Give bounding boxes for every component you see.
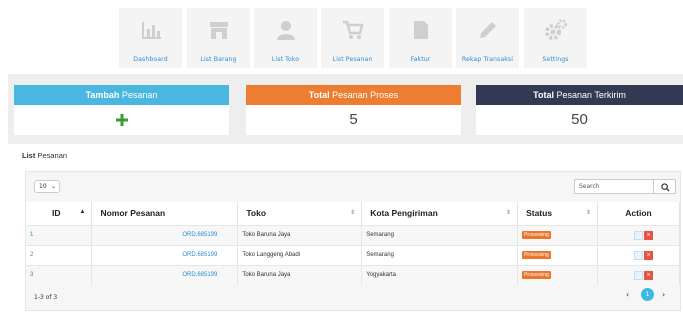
delete-icon[interactable]: × xyxy=(644,250,653,260)
cell-order-number[interactable]: ORD.685199 xyxy=(91,264,239,285)
status-badge: Processing xyxy=(522,231,551,239)
cell-kota: Semarang xyxy=(361,224,519,245)
view-icon[interactable] xyxy=(634,230,643,240)
cell-id[interactable]: 3 xyxy=(26,264,93,285)
search-button[interactable] xyxy=(653,179,676,194)
nav-rekap-transaksi-label: Rekap Transaksi xyxy=(461,56,514,63)
cell-action: × xyxy=(597,264,680,285)
cell-action: × xyxy=(597,224,680,245)
cell-id[interactable]: 1 xyxy=(26,224,93,245)
orders-table: ID ▲ Nomor Pesanan Toko ⇕ Kota Pengiriman ⇕… xyxy=(26,202,680,285)
search-input[interactable]: Search xyxy=(574,179,654,194)
view-icon[interactable] xyxy=(634,270,643,280)
view-icon[interactable] xyxy=(634,250,643,260)
sent-orders-header: Total Pesanan Terkirim xyxy=(476,85,683,105)
nav-faktur-label: Faktur xyxy=(410,56,431,63)
sent-orders-value: 50 xyxy=(571,111,588,128)
nav-faktur[interactable]: Faktur xyxy=(389,8,452,68)
chevron-left-icon[interactable]: ‹ xyxy=(626,290,629,299)
col-status[interactable]: Status ⇕ xyxy=(517,202,599,225)
col-id[interactable]: ID ▲ xyxy=(26,202,93,225)
chart-icon xyxy=(141,22,161,39)
sent-orders-card: Total Pesanan Terkirim 50 xyxy=(476,85,683,135)
col-nomor-pesanan[interactable]: Nomor Pesanan xyxy=(91,202,239,225)
col-toko[interactable]: Toko ⇕ xyxy=(237,202,363,225)
nav-rekap-transaksi[interactable]: Rekap Transaksi xyxy=(456,8,519,68)
nav-settings-label: Settings xyxy=(542,56,569,63)
col-kota-pengiriman[interactable]: Kota Pengiriman ⇕ xyxy=(361,202,519,225)
cell-status: Processing xyxy=(517,264,599,285)
chevron-down-icon: ⌄ xyxy=(50,183,56,190)
sort-asc-icon: ▲ xyxy=(79,209,86,215)
panel-title: List Pesanan xyxy=(22,151,68,160)
cart-icon xyxy=(342,20,364,39)
nav-list-pesanan[interactable]: List Pesanan xyxy=(321,8,384,68)
main-content: Tambah Pesanan Total Pesanan Proses 5 To… xyxy=(8,74,683,316)
nav-dashboard[interactable]: Dashboard xyxy=(119,8,182,68)
cell-toko: Toko Baruna Jaya xyxy=(237,264,363,285)
table-row: 2 ORD.685199 Toko Langgeng Abadi Semaran… xyxy=(26,244,680,265)
status-badge: Processing xyxy=(522,271,551,280)
cell-kota: Semarang xyxy=(361,244,519,265)
orders-table-container: 10 ⌄ Search ID ▲ Nomor Pesanan Toko ⇕ Kota … xyxy=(25,171,681,311)
col-action: Action xyxy=(597,202,680,225)
cell-action: × xyxy=(597,244,680,265)
cell-order-number[interactable]: ORD.685199 xyxy=(91,224,239,245)
sort-icon: ⇕ xyxy=(506,210,512,216)
gears-icon xyxy=(544,19,567,40)
add-order-header: Tambah Pesanan xyxy=(14,85,229,105)
pagination-count: 1-3 of 3 xyxy=(34,294,58,301)
cell-order-number[interactable]: ORD.685199 xyxy=(91,244,239,265)
cell-status: Processing xyxy=(517,224,599,245)
cell-toko: Toko Baruna Jaya xyxy=(237,224,363,245)
top-navigation: Dashboard List Barang List Toko List Pes… xyxy=(0,0,683,72)
plus-icon[interactable] xyxy=(115,114,128,127)
table-header-row: ID ▲ Nomor Pesanan Toko ⇕ Kota Pengiriman ⇕… xyxy=(26,202,680,225)
add-order-card[interactable]: Tambah Pesanan xyxy=(14,85,229,135)
store-icon xyxy=(209,22,228,39)
table-row: 3 ORD.685199 Toko Baruna Jaya Yogyakarta… xyxy=(26,264,680,285)
nav-list-barang[interactable]: List Barang xyxy=(187,8,250,68)
status-badge: Processing xyxy=(522,251,551,259)
nav-list-toko[interactable]: List Toko xyxy=(254,8,317,68)
cell-kota: Yogyakarta xyxy=(361,264,519,285)
delete-icon[interactable]: × xyxy=(644,270,653,280)
document-icon xyxy=(413,21,428,39)
nav-dashboard-label: Dashboard xyxy=(133,56,168,63)
cell-toko: Toko Langgeng Abadi xyxy=(237,244,363,265)
nav-list-pesanan-label: List Pesanan xyxy=(332,56,373,63)
orders-panel: List Pesanan 10 ⌄ Search ID ▲ Nomor Pesana… xyxy=(8,144,683,316)
sort-icon: ⇕ xyxy=(585,210,592,216)
table-row: 1 ORD.685199 Toko Baruna Jaya Semarang P… xyxy=(26,224,680,245)
pagination-current-page[interactable]: 1 xyxy=(641,288,654,301)
add-order-body[interactable] xyxy=(14,105,229,135)
search-icon xyxy=(661,183,670,192)
process-orders-value: 5 xyxy=(349,111,358,128)
per-page-select[interactable]: 10 ⌄ xyxy=(34,180,60,193)
process-orders-card: Total Pesanan Proses 5 xyxy=(246,85,461,135)
sort-icon: ⇕ xyxy=(350,210,356,216)
cell-status: Processing xyxy=(517,244,599,265)
user-icon xyxy=(276,21,295,40)
chevron-right-icon[interactable]: › xyxy=(662,290,665,299)
delete-icon[interactable]: × xyxy=(644,230,653,240)
pencil-icon xyxy=(479,22,496,38)
nav-list-barang-label: List Barang xyxy=(200,56,237,63)
nav-list-toko-label: List Toko xyxy=(271,56,300,63)
nav-settings[interactable]: Settings xyxy=(524,8,587,68)
process-orders-header: Total Pesanan Proses xyxy=(246,85,461,105)
cell-id[interactable]: 2 xyxy=(26,244,93,265)
